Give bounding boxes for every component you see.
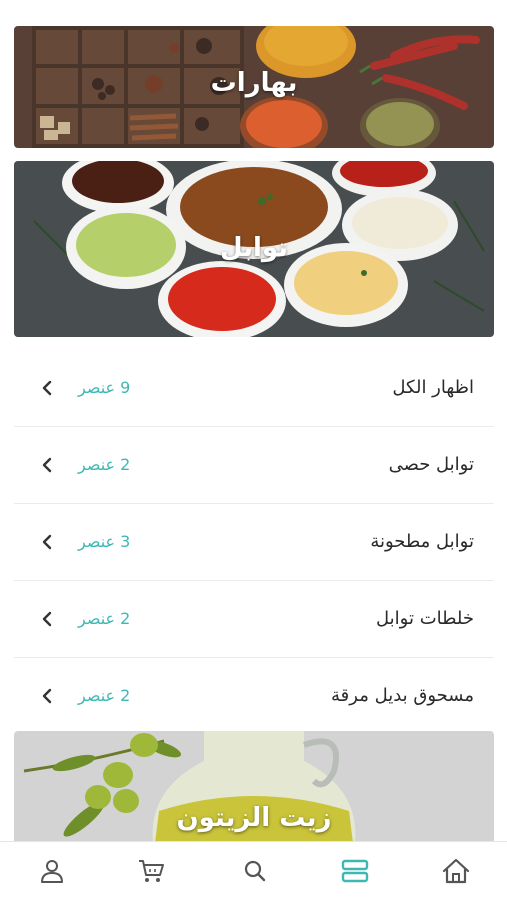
chevron-left-icon	[42, 457, 52, 473]
home-icon	[442, 858, 470, 884]
category-banner-olive-oil[interactable]: زيت الزيتون	[14, 731, 494, 851]
category-banner-spices[interactable]: بهارات	[14, 26, 494, 148]
list-item-label: خلطات توابل	[376, 608, 474, 629]
list-item-label: توابل مطحونة	[370, 531, 474, 552]
nav-search[interactable]	[240, 857, 270, 885]
chevron-left-icon	[42, 611, 52, 627]
subcategory-list: 9 عنصر اظهار الكل 2 عنصر توابل حصى 3 عنص…	[14, 350, 494, 734]
bottom-nav	[0, 841, 507, 900]
item-count: 9 عنصر	[78, 378, 131, 397]
chevron-left-icon	[42, 688, 52, 704]
list-item-label: توابل حصى	[388, 454, 474, 475]
list-item-label: اظهار الكل	[392, 377, 474, 398]
item-count: 3 عنصر	[78, 532, 131, 551]
category-banner-seasonings[interactable]: توابل	[14, 161, 494, 337]
item-count: 2 عنصر	[78, 686, 131, 705]
banner-title-olive-oil: زيت الزيتون	[176, 803, 332, 833]
search-icon	[244, 860, 266, 882]
item-count: 2 عنصر	[78, 455, 131, 474]
banner-title-spices: بهارات	[210, 68, 298, 98]
app-screen: بهارات توابل 9 عنصر اظهار الكل 2 عنصر تو…	[0, 0, 507, 900]
nav-profile[interactable]	[37, 857, 67, 885]
nav-cart[interactable]	[136, 857, 166, 885]
list-item-whole-seasonings[interactable]: 2 عنصر توابل حصى	[14, 427, 494, 504]
chevron-left-icon	[42, 534, 52, 550]
chevron-left-icon	[42, 380, 52, 396]
nav-categories[interactable]	[340, 857, 370, 885]
categories-icon	[341, 859, 369, 883]
list-item-ground-seasonings[interactable]: 3 عنصر توابل مطحونة	[14, 504, 494, 581]
olive-oil-image	[14, 731, 494, 851]
item-count: 2 عنصر	[78, 609, 131, 628]
profile-icon	[41, 860, 63, 883]
list-item-broth-substitute[interactable]: 2 عنصر مسحوق بديل مرقة	[14, 658, 494, 734]
nav-home[interactable]	[441, 857, 471, 885]
list-item-show-all[interactable]: 9 عنصر اظهار الكل	[14, 350, 494, 427]
list-item-label: مسحوق بديل مرقة	[331, 685, 474, 706]
banner-title-seasonings: توابل	[220, 233, 288, 263]
list-item-seasoning-blends[interactable]: 2 عنصر خلطات توابل	[14, 581, 494, 658]
cart-icon	[139, 860, 164, 882]
